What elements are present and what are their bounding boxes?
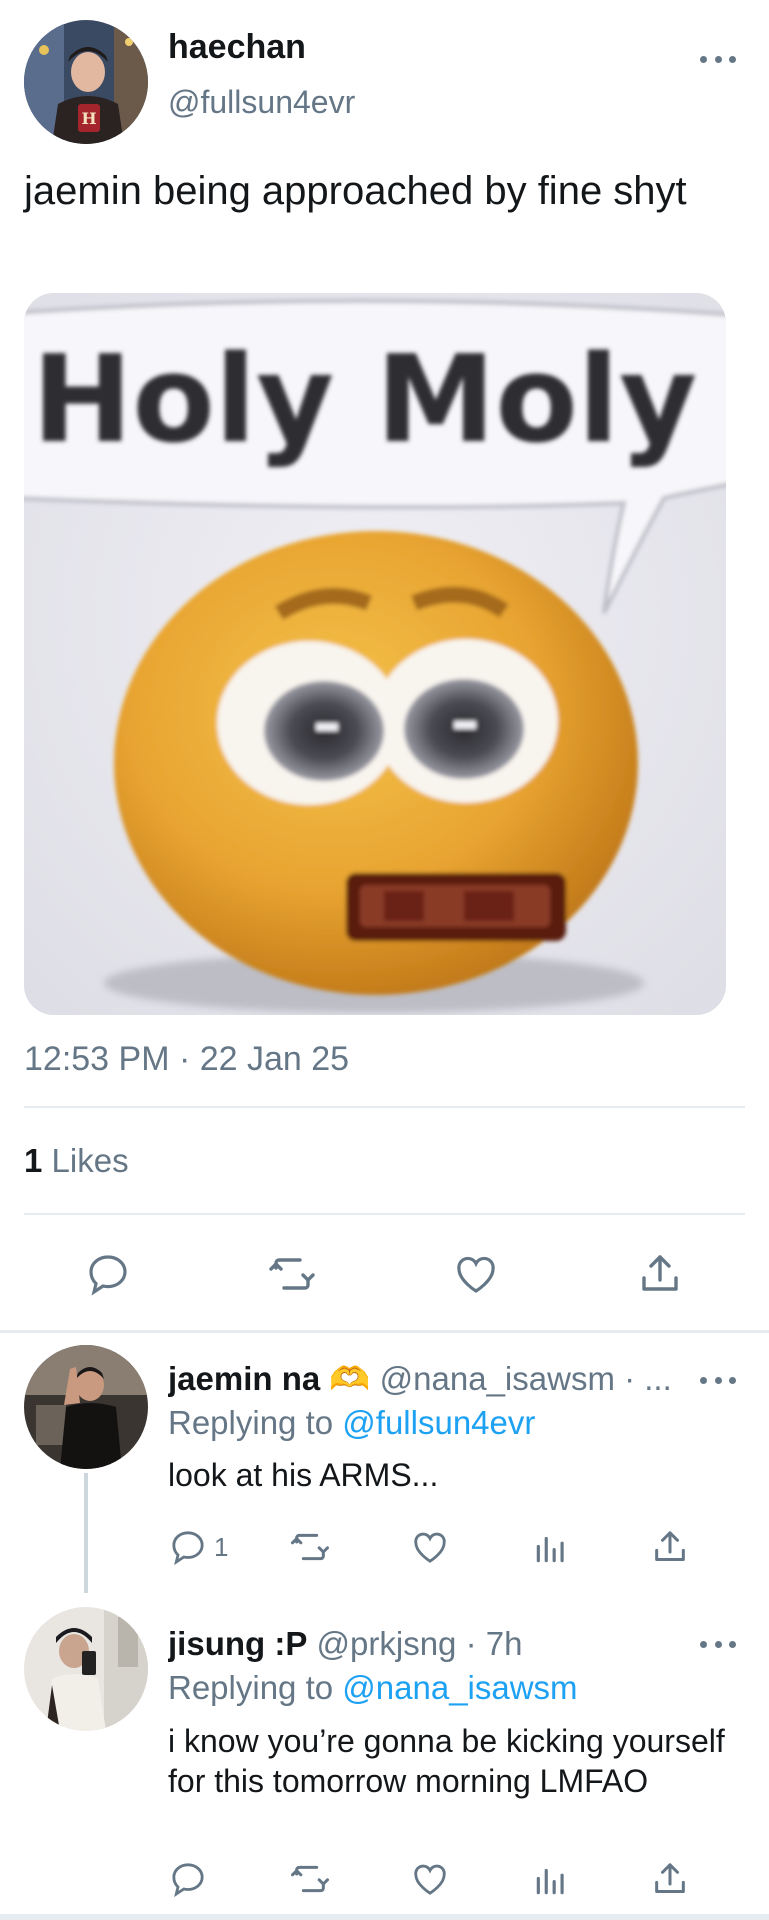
main-tweet-more-icon[interactable] — [700, 52, 736, 66]
replying-to-mention[interactable]: @nana_isawsm — [342, 1669, 577, 1706]
section-divider — [0, 1914, 769, 1920]
like-button[interactable] — [410, 1859, 450, 1899]
retweet-button[interactable] — [288, 1527, 332, 1567]
reply-tweet[interactable]: jisung :P @prkjsng · 7h Replying to @nan… — [0, 1593, 769, 1913]
tweet-media-image[interactable]: Holy Moly — [24, 293, 726, 1015]
heart-hands-emoji: 🫶 — [329, 1360, 371, 1397]
like-icon — [414, 1864, 446, 1895]
share-icon — [655, 1863, 685, 1893]
divider — [24, 1213, 745, 1215]
reply-button[interactable] — [168, 1859, 214, 1899]
share-icon — [642, 1255, 678, 1291]
media-caption-text: Holy Moly — [32, 331, 697, 470]
reply-count: 1 — [214, 1531, 229, 1562]
retweet-icon — [269, 1258, 315, 1290]
reply-handle-time[interactable]: @nana_isawsm · ... — [380, 1360, 672, 1397]
reply-text: look at his ARMS... — [168, 1457, 439, 1493]
reply-icon — [172, 1863, 204, 1898]
main-tweet: H haechan @fullsun4evr jaemin being appr… — [0, 0, 769, 1330]
analytics-button[interactable] — [532, 1529, 570, 1567]
thread-connector-line — [84, 1473, 88, 1593]
like-button[interactable] — [410, 1527, 450, 1567]
reply-avatar[interactable] — [24, 1345, 148, 1469]
reply-avatar[interactable] — [24, 1607, 148, 1731]
replying-to-line: Replying to @fullsun4evr — [168, 1404, 535, 1442]
divider — [24, 1106, 745, 1108]
svg-text:Holy Moly: Holy Moly — [32, 331, 697, 470]
reply-display-name[interactable]: jisung :P — [168, 1625, 307, 1662]
reply-button[interactable]: 1 — [168, 1527, 228, 1567]
analytics-icon — [536, 1868, 564, 1895]
like-button[interactable] — [452, 1250, 500, 1298]
main-tweet-handle[interactable]: @fullsun4evr — [168, 84, 355, 121]
likes-summary[interactable]: 1 Likes — [24, 1142, 129, 1180]
replying-to-label: Replying to — [168, 1404, 334, 1441]
share-button[interactable] — [636, 1250, 684, 1298]
reply-icon — [89, 1255, 127, 1296]
likes-count: 1 — [24, 1142, 43, 1179]
retweet-button[interactable] — [266, 1250, 318, 1298]
replying-to-label: Replying to — [168, 1669, 334, 1706]
reply-button[interactable] — [84, 1250, 132, 1298]
share-icon — [655, 1531, 685, 1561]
reply-header: jaemin na 🫶 @nana_isawsm · ... — [168, 1360, 703, 1399]
reply-display-name[interactable]: jaemin na — [168, 1360, 320, 1397]
reply-more-icon[interactable] — [700, 1373, 736, 1387]
main-tweet-text: jaemin being approached by fine shyt — [24, 169, 687, 213]
retweet-button[interactable] — [288, 1859, 332, 1899]
likes-label: Likes — [51, 1142, 129, 1179]
analytics-icon — [536, 1536, 564, 1563]
reply-more-icon[interactable] — [700, 1637, 736, 1651]
reply-text: i know you’re gonna be kicking yourself … — [168, 1723, 725, 1799]
like-icon — [457, 1256, 495, 1293]
main-tweet-avatar[interactable]: H — [24, 20, 148, 144]
analytics-button[interactable] — [532, 1861, 570, 1899]
share-button[interactable] — [650, 1527, 690, 1567]
reply-handle-time[interactable]: @prkjsng · 7h — [317, 1625, 523, 1662]
retweet-icon — [291, 1865, 329, 1893]
reply-header: jisung :P @prkjsng · 7h — [168, 1625, 703, 1663]
reply-icon — [172, 1531, 204, 1566]
replying-to-mention[interactable]: @fullsun4evr — [342, 1404, 535, 1441]
like-icon — [414, 1532, 446, 1563]
retweet-icon — [291, 1533, 329, 1561]
svg-text:H: H — [81, 109, 96, 128]
replying-to-line: Replying to @nana_isawsm — [168, 1669, 578, 1707]
share-button[interactable] — [650, 1859, 690, 1899]
reply-tweet[interactable]: jaemin na 🫶 @nana_isawsm · ... Replying … — [0, 1333, 769, 1593]
main-tweet-display-name[interactable]: haechan — [168, 28, 306, 67]
tweet-timestamp[interactable]: 12:53 PM · 22 Jan 25 — [24, 1040, 349, 1079]
